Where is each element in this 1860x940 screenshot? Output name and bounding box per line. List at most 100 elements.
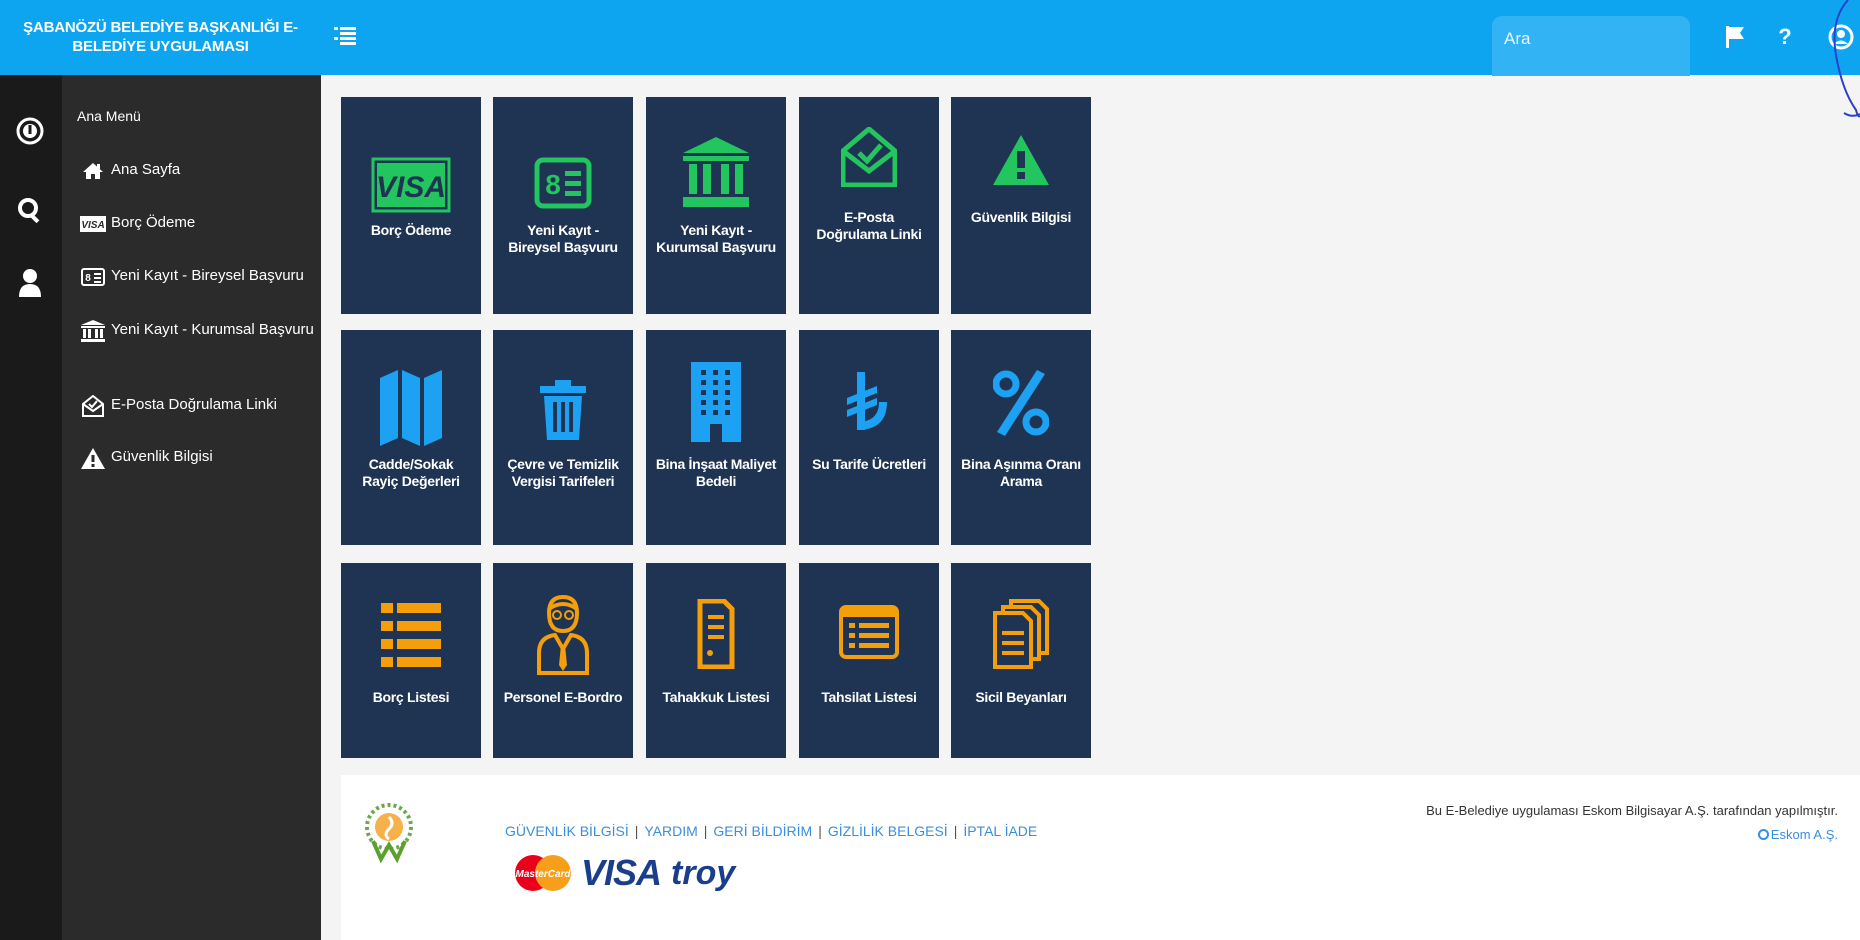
troy-logo: troy: [671, 853, 736, 892]
percent-icon: [951, 370, 1091, 436]
footer: GÜVENLİK BİLGİSİ | YARDIM | GERİ BİLDİRİM | Gİ…: [341, 775, 1860, 940]
list-window-icon: [799, 605, 939, 659]
tile-cadde-sokak[interactable]: Cadde/Sokak Rayiç Değerleri: [341, 330, 481, 545]
footer-link-gizlilik[interactable]: GİZLİLİK BELGESİ: [828, 823, 948, 839]
id-card-icon: 8: [493, 157, 633, 209]
tile-yeni-kayit-kurumsal[interactable]: Yeni Kayıt - Kurumsal Başvuru: [646, 97, 786, 314]
sidebar-item-borc-odeme[interactable]: VISA Borç Ödeme: [80, 213, 320, 235]
tile-guvenlik-bilgisi[interactable]: Güvenlik Bilgisi: [951, 97, 1091, 314]
tile-cevre-temizlik[interactable]: Çevre ve Temizlik Vergisi Tarifeleri: [493, 330, 633, 545]
eskom-link-label: Eskom A.Ş.: [1770, 827, 1838, 842]
tile-label: E-Posta Doğrulama Linki: [816, 209, 922, 242]
app-brand[interactable]: ŞABANÖZÜ BELEDİYE BAŞKANLIĞI E- BELEDİYE…: [0, 0, 321, 75]
tile-label: Sicil Beyanları: [975, 689, 1067, 705]
tile-bina-asinma[interactable]: Bina Aşınma Oranı Arama: [951, 330, 1091, 545]
municipality-logo: [359, 797, 419, 872]
email-verify-icon: [80, 395, 106, 417]
icon-rail: [0, 75, 62, 940]
tile-label: Borç Ödeme: [370, 222, 452, 238]
brand-line-1: ŞABANÖZÜ BELEDİYE BAŞKANLIĞI E-: [23, 19, 298, 36]
tile-label: Bina İnşaat Maliyet Bedeli: [655, 456, 777, 489]
payment-logos: MasterCard VISA troy: [511, 852, 736, 893]
mastercard-logo: MasterCard: [515, 855, 571, 891]
user-icon[interactable]: [12, 265, 48, 301]
tile-label: Tahsilat Listesi: [821, 689, 917, 705]
search-icon[interactable]: [12, 192, 48, 228]
tile-eposta-dogrulama[interactable]: E-Posta Doğrulama Linki: [799, 97, 939, 314]
sidebar-item-eposta-dogrulama[interactable]: E-Posta Doğrulama Linki: [80, 395, 320, 417]
email-verify-icon: [799, 127, 939, 187]
tile-sicil-beyanlari[interactable]: Sicil Beyanları: [951, 563, 1091, 758]
map-icon: [341, 370, 481, 446]
institution-icon: [80, 320, 106, 342]
footer-separator: |: [953, 823, 958, 839]
user-circle-icon[interactable]: [1826, 22, 1856, 52]
help-button[interactable]: ?: [1770, 22, 1800, 52]
tile-label: Çevre ve Temizlik Vergisi Tarifeleri: [507, 456, 619, 489]
tile-borc-odeme[interactable]: VISA Borç Ödeme: [341, 97, 481, 314]
tile-su-tarife[interactable]: Su Tarife Ücretleri: [799, 330, 939, 545]
menu-toggle-icon[interactable]: [334, 26, 356, 46]
tile-bina-insaat[interactable]: Bina İnşaat Maliyet Bedeli: [646, 330, 786, 545]
sidebar: Ana Menü Ana Sayfa VISA Borç Ödeme 8 Yen…: [62, 75, 321, 940]
tile-label: Bina Aşınma Oranı Arama: [961, 456, 1081, 489]
footer-links: GÜVENLİK BİLGİSİ | YARDIM | GERİ BİLDİRİM | Gİ…: [505, 823, 1037, 839]
footer-link-iptal-iade[interactable]: İPTAL İADE: [963, 823, 1037, 839]
tile-label: Borç Listesi: [372, 689, 450, 705]
visa-card-icon: VISA: [80, 213, 106, 235]
svg-text:VISA: VISA: [81, 220, 104, 231]
footer-link-geri-bildirim[interactable]: GERİ BİLDİRİM: [713, 823, 812, 839]
footer-link-guvenlik[interactable]: GÜVENLİK BİLGİSİ: [505, 823, 629, 839]
sidebar-title: Ana Menü: [77, 108, 141, 124]
dashboard-gauge-icon[interactable]: [12, 113, 48, 149]
trash-icon: [493, 380, 633, 440]
sidebar-item-label: E-Posta Doğrulama Linki: [111, 396, 277, 413]
tile-label: Tahakkuk Listesi: [662, 689, 770, 705]
sidebar-item-yeni-kayit-bireysel[interactable]: 8 Yeni Kayıt - Bireysel Başvuru: [80, 266, 320, 288]
sidebar-item-label: Yeni Kayıt - Kurumsal Başvuru: [111, 321, 314, 338]
tile-label: Cadde/Sokak Rayiç Değerleri: [362, 456, 460, 489]
brand-line-2: BELEDİYE UYGULAMASI: [72, 38, 249, 55]
list-icon: [341, 603, 481, 667]
visa-logo: VISA: [581, 852, 662, 893]
svg-text:VISA: VISA: [376, 171, 446, 204]
warning-icon: [951, 135, 1091, 185]
tile-personel-ebordro[interactable]: Personel E-Bordro: [493, 563, 633, 758]
tile-borc-listesi[interactable]: Borç Listesi: [341, 563, 481, 758]
sidebar-item-label: Borç Ödeme: [111, 214, 196, 231]
tile-label: Su Tarife Ücretleri: [812, 456, 926, 472]
tile-label: Yeni Kayıt - Kurumsal Başvuru: [656, 222, 776, 255]
employee-icon: [493, 595, 633, 675]
tile-yeni-kayit-bireysel[interactable]: 8 Yeni Kayıt - Bireysel Başvuru: [493, 97, 633, 314]
footer-link-yardim[interactable]: YARDIM: [644, 823, 697, 839]
footer-separator: |: [703, 823, 708, 839]
top-bar: ŞABANÖZÜ BELEDİYE BAŞKANLIĞI E- BELEDİYE…: [0, 0, 1860, 76]
sidebar-item-label: Ana Sayfa: [111, 161, 181, 178]
tile-label: Yeni Kayıt - Bireysel Başvuru: [508, 222, 618, 255]
tile-label: Personel E-Bordro: [503, 689, 623, 705]
institution-icon: [646, 137, 786, 207]
sidebar-item-guvenlik-bilgisi[interactable]: Güvenlik Bilgisi: [80, 447, 320, 469]
eskom-link[interactable]: Eskom A.Ş.: [1757, 827, 1838, 842]
search-input[interactable]: [1492, 16, 1690, 76]
id-card-icon: 8: [80, 266, 106, 288]
footer-separator: |: [634, 823, 639, 839]
eskom-logo-icon: [1757, 829, 1769, 840]
sidebar-item-ana-sayfa[interactable]: Ana Sayfa: [80, 160, 320, 182]
svg-text:8: 8: [85, 273, 91, 284]
credit-text: Bu E-Belediye uygulaması Eskom Bilgisaya…: [1426, 803, 1838, 818]
sidebar-item-yeni-kayit-kurumsal[interactable]: Yeni Kayıt - Kurumsal Başvuru: [80, 320, 320, 342]
flag-icon[interactable]: [1720, 22, 1750, 52]
document-icon: [646, 599, 786, 669]
sidebar-item-label: Güvenlik Bilgisi: [111, 448, 213, 465]
footer-separator: |: [818, 823, 822, 839]
tile-tahsilat-listesi[interactable]: Tahsilat Listesi: [799, 563, 939, 758]
svg-text:8: 8: [545, 169, 561, 200]
lira-icon: [799, 372, 939, 436]
home-icon: [80, 160, 106, 182]
visa-card-icon: VISA: [341, 157, 481, 213]
files-icon: [951, 599, 1091, 669]
tile-tahakkuk-listesi[interactable]: Tahakkuk Listesi: [646, 563, 786, 758]
tile-label: Güvenlik Bilgisi: [970, 209, 1072, 225]
mastercard-text: MasterCard: [515, 869, 571, 880]
